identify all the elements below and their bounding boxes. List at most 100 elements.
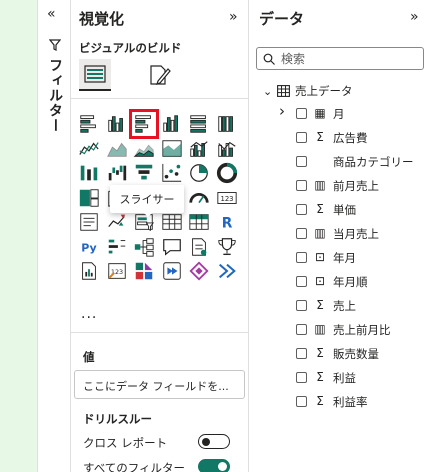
matrix-icon[interactable] [187, 210, 211, 234]
field-item[interactable]: Σ 単価 [249, 201, 426, 219]
field-item[interactable]: Σ 利益率 [249, 393, 426, 411]
qa-icon[interactable] [160, 235, 184, 259]
field-checkbox[interactable] [296, 204, 307, 215]
trophy-metrics-icon[interactable] [215, 235, 239, 259]
more-visuals-icon[interactable] [215, 259, 239, 283]
field-item[interactable]: ▥ 前月売上 [249, 177, 426, 195]
field-checkbox[interactable] [296, 300, 307, 311]
format-visual-tab[interactable] [144, 59, 176, 91]
smart-narrative-icon[interactable] [187, 235, 211, 259]
diamond-visual-icon[interactable] [187, 259, 211, 283]
field-checkbox[interactable] [296, 156, 307, 167]
field-item[interactable]: 商品カテゴリー [249, 153, 426, 171]
funnel-chart-icon[interactable] [132, 161, 156, 185]
field-item[interactable]: ⊡ 年月 [249, 249, 426, 267]
python-visual-icon[interactable]: Py [77, 235, 101, 259]
100-stacked-area-chart-icon[interactable] [160, 137, 184, 161]
field-name: 広告費 [333, 131, 368, 145]
field-item[interactable]: ⊡ 年月順 [249, 273, 426, 291]
data-search-box[interactable] [256, 47, 424, 70]
field-item[interactable]: Σ 販売数量 [249, 345, 426, 363]
line-stacked-column-chart-icon[interactable] [187, 137, 211, 161]
stacked-area-chart-icon[interactable] [132, 137, 156, 161]
data-collapse-icon[interactable]: » [410, 9, 419, 25]
cross-report-toggle[interactable] [198, 434, 230, 449]
key-influencers-icon[interactable] [105, 235, 129, 259]
field-checkbox[interactable] [296, 132, 307, 143]
field-checkbox[interactable] [296, 180, 307, 191]
sigma-icon: Σ [316, 394, 324, 408]
field-checkbox[interactable] [296, 324, 307, 335]
build-visual-tab[interactable] [79, 59, 111, 91]
field-name: 商品カテゴリー [333, 155, 414, 169]
filters-expand-icon[interactable]: « [47, 6, 56, 22]
build-visual-icon [84, 65, 106, 83]
funnel-icon [49, 39, 61, 51]
data-title: データ [259, 10, 305, 28]
svg-text:Py: Py [81, 241, 96, 254]
svg-text:123: 123 [220, 195, 233, 203]
field-checkbox[interactable] [296, 372, 307, 383]
ribbon-chart-icon[interactable] [77, 161, 101, 185]
scorecard-icon[interactable]: 123 [105, 259, 129, 283]
more-visuals-ellipsis[interactable]: ... [81, 306, 97, 322]
chevron-right-icon[interactable]: › [279, 102, 285, 120]
table-icon[interactable] [160, 210, 184, 234]
field-item[interactable]: Σ 利益 [249, 369, 426, 387]
build-visual-title: ビジュアルのビルド [79, 41, 182, 55]
field-checkbox[interactable] [296, 396, 307, 407]
line-chart-icon[interactable] [77, 137, 101, 161]
field-item[interactable]: Σ 広告費 [249, 129, 426, 147]
kpi-icon[interactable] [105, 210, 129, 234]
values-drop-well[interactable]: ここにデータ フィールドを... [74, 370, 245, 399]
visualizations-collapse-icon[interactable]: » [229, 9, 238, 25]
100-stacked-bar-chart-icon[interactable] [187, 112, 211, 136]
field-name: 売上 [333, 299, 356, 313]
decomposition-tree-icon[interactable] [132, 235, 156, 259]
calculated-column-icon: ⊡ [314, 250, 326, 264]
field-checkbox[interactable] [296, 228, 307, 239]
stacked-bar-chart-icon[interactable] [77, 112, 101, 136]
table-item[interactable]: ⌄ 売上データ [263, 82, 353, 100]
clustered-column-chart-icon[interactable] [160, 112, 184, 136]
tooltip-arrow [142, 211, 154, 217]
visualizations-title: 視覚化 [79, 10, 125, 28]
field-checkbox[interactable] [296, 108, 307, 119]
area-chart-icon[interactable] [105, 137, 129, 161]
field-name: 月 [333, 107, 345, 121]
search-input[interactable] [281, 51, 411, 67]
field-item[interactable]: Σ 売上 [249, 297, 426, 315]
cross-report-label: クロス レポート [83, 436, 168, 450]
calendar-icon: ▦ [314, 106, 326, 120]
field-item[interactable]: › ▦ 月 [249, 102, 426, 123]
pie-chart-icon[interactable] [187, 161, 211, 185]
slicer-tooltip: スライサー [110, 185, 184, 213]
power-automate-icon[interactable] [160, 259, 184, 283]
line-clustered-column-chart-icon[interactable] [215, 137, 239, 161]
field-item[interactable]: ▥ 売上前月比 [249, 321, 426, 339]
field-item[interactable]: ▥ 当月売上 [249, 225, 426, 243]
card-icon[interactable]: 123 [215, 186, 239, 210]
all-filters-toggle[interactable] [198, 459, 230, 472]
100-stacked-column-chart-icon[interactable] [215, 112, 239, 136]
table-name: 売上データ [295, 84, 353, 98]
field-checkbox[interactable] [296, 252, 307, 263]
donut-chart-icon[interactable] [215, 161, 239, 185]
sigma-icon: Σ [316, 298, 324, 312]
multi-row-card-icon[interactable] [77, 210, 101, 234]
scatter-chart-icon[interactable] [160, 161, 184, 185]
paginated-report-icon[interactable] [77, 259, 101, 283]
field-checkbox[interactable] [296, 276, 307, 287]
stacked-column-chart-icon[interactable] [105, 112, 129, 136]
field-name: 前月売上 [333, 179, 379, 193]
power-apps-icon[interactable] [132, 259, 156, 283]
waterfall-chart-icon[interactable] [105, 161, 129, 185]
r-visual-icon[interactable]: R [215, 210, 239, 234]
drillthrough-label: ドリルスルー [83, 412, 152, 426]
field-checkbox[interactable] [296, 348, 307, 359]
chevron-down-icon[interactable]: ⌄ [263, 85, 277, 98]
gauge-icon[interactable] [187, 186, 211, 210]
field-name: 売上前月比 [333, 323, 391, 337]
treemap-icon[interactable] [77, 186, 101, 210]
filters-pane-collapsed[interactable]: « フィルター [37, 0, 71, 472]
